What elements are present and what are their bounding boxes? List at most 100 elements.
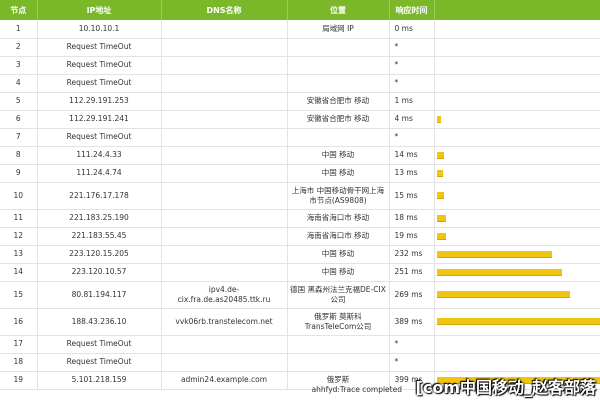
cell-time: 4 ms [389,110,435,129]
cell-hop: 9 [0,164,38,183]
cell-time: * [389,56,435,75]
cell-hop: 17 [0,335,38,354]
cell-ip: Request TimeOut [37,74,162,93]
cell-ip: 221.183.25.190 [37,209,162,228]
cell-location: 上海市 中国移动骨干网上海市节点(AS9808) [287,182,390,210]
cell-location: 中国 移动 [287,146,390,165]
cell-dns [161,164,288,183]
header-bar [434,0,600,20]
cell-hop: 19 [0,371,38,390]
cell-ip: Request TimeOut [37,128,162,147]
table-row: 15 80.81.194.117 ipv4.de-cix.fra.de.as2048… [0,281,600,309]
cell-time: * [389,335,435,354]
cell-dns [161,335,288,354]
table-row: 10 221.176.17.178 上海市 中国移动骨干网上海市节点(AS9808)… [0,182,600,210]
table-row: 9 111.24.4.74 中国 移动 13 ms [0,164,600,183]
header-dns: DNS名称 [161,0,288,20]
cell-location [287,56,390,75]
cell-location: 中国 移动 [287,263,390,282]
table-row: 2 Request TimeOut * [0,38,600,57]
cell-hop: 1 [0,20,38,39]
cell-ip: 112.29.191.241 [37,110,162,129]
cell-ip: 80.81.194.117 [37,281,162,309]
table-row: 8 111.24.4.33 中国 移动 14 ms [0,146,600,165]
cell-dns [161,20,288,39]
cell-hop: 5 [0,92,38,111]
cell-hop: 10 [0,182,38,210]
cell-dns: admin24.example.com [161,371,288,390]
cell-ip: 223.120.10.57 [37,263,162,282]
cell-hop: 16 [0,308,38,336]
cell-hop: 3 [0,56,38,75]
cell-ip: 221.183.55.45 [37,227,162,246]
cell-hop: 4 [0,74,38,93]
cell-latency-bar [434,227,600,246]
cell-latency-bar [434,182,600,210]
cell-latency-bar [434,110,600,129]
cell-location: 德国 黑森州法兰克福DE-CIX公司 [287,281,390,309]
cell-location [287,74,390,93]
cell-location: 安徽省合肥市 移动 [287,92,390,111]
traceroute-table: 节点 IP地址 DNS名称 位置 响应时间 1 10.10.10.1 局域网 IP 0… [0,0,600,390]
cell-dns [161,110,288,129]
cell-hop: 6 [0,110,38,129]
traceroute-rows: 1 10.10.10.1 局域网 IP 0 ms 2 Request TimeOut * 3 R… [0,20,600,390]
cell-hop: 8 [0,146,38,165]
cell-time: 19 ms [389,227,435,246]
watermark: [com中国移动_赵客部落 [415,378,596,397]
cell-hop: 12 [0,227,38,246]
cell-dns [161,92,288,111]
cell-time: * [389,38,435,57]
cell-location [287,38,390,57]
cell-time: 14 ms [389,146,435,165]
latency-bar [436,250,552,258]
cell-ip: 111.24.4.33 [37,146,162,165]
table-row: 3 Request TimeOut * [0,56,600,75]
header-ip: IP地址 [37,0,162,20]
cell-dns [161,56,288,75]
cell-hop: 15 [0,281,38,309]
latency-bar [436,192,444,199]
latency-bar [436,232,446,240]
cell-hop: 7 [0,128,38,147]
latency-bar [436,169,443,177]
latency-bar [436,268,562,276]
cell-location: 俄罗斯 莫斯科TransTeleCom公司 [287,308,390,336]
table-row: 4 Request TimeOut * [0,74,600,93]
cell-time: * [389,353,435,372]
cell-location [287,128,390,147]
cell-ip: 223.120.15.205 [37,245,162,264]
cell-latency-bar [434,74,600,93]
table-row: 14 223.120.10.57 中国 移动 251 ms [0,263,600,282]
cell-time: 13 ms [389,164,435,183]
cell-dns [161,227,288,246]
latency-bar [436,214,446,222]
cell-latency-bar [434,335,600,354]
cell-time: * [389,128,435,147]
cell-ip: Request TimeOut [37,335,162,354]
header-time: 响应时间 [389,0,435,20]
cell-time: 0 ms [389,20,435,39]
table-row: 1 10.10.10.1 局域网 IP 0 ms [0,20,600,39]
cell-latency-bar [434,308,600,336]
cell-ip: Request TimeOut [37,353,162,372]
cell-ip: 10.10.10.1 [37,20,162,39]
cell-dns [161,263,288,282]
header-location: 位置 [287,0,390,20]
cell-ip: 188.43.236.10 [37,308,162,336]
cell-latency-bar [434,128,600,147]
table-header-row: 节点 IP地址 DNS名称 位置 响应时间 [0,0,600,20]
cell-hop: 11 [0,209,38,228]
table-row: 18 Request TimeOut * [0,353,600,372]
cell-time: 389 ms [389,308,435,336]
cell-hop: 2 [0,38,38,57]
cell-ip: 221.176.17.178 [37,182,162,210]
cell-time: 251 ms [389,263,435,282]
cell-dns [161,209,288,228]
cell-latency-bar [434,164,600,183]
cell-ip: 5.101.218.159 [37,371,162,390]
cell-location: 海南省海口市 移动 [287,209,390,228]
cell-ip: Request TimeOut [37,56,162,75]
cell-time: * [389,74,435,93]
table-row: 16 188.43.236.10 vvk06rb.transtelecom.net 俄… [0,308,600,336]
